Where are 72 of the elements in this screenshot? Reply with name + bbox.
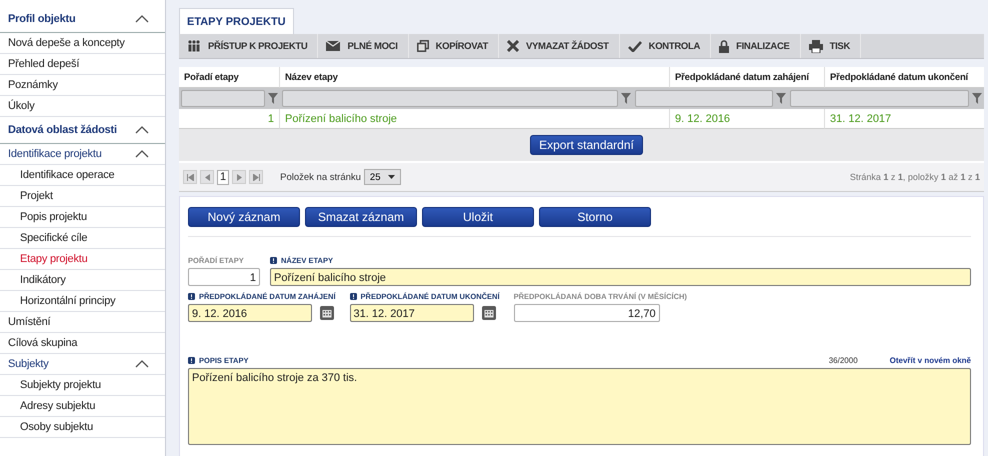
description-field[interactable]: Pořízení balicího stroje za 370 tis. <box>188 368 971 445</box>
sidebar-item[interactable]: Poznámky <box>0 75 165 96</box>
input-field[interactable]: 9. 12. 2016 <box>188 304 312 322</box>
page-size-dropdown[interactable]: 25 <box>364 169 400 185</box>
sidebar-item[interactable]: Osoby subjektu <box>0 417 165 438</box>
input-field[interactable]: 1 <box>188 268 260 286</box>
envelope-icon <box>326 41 340 51</box>
sidebar-item[interactable]: Cílová skupina <box>0 333 165 354</box>
required-icon <box>350 292 357 300</box>
sidebar-item[interactable]: Identifikace operace <box>0 165 165 186</box>
people-icon <box>187 40 201 52</box>
checkmark-icon <box>628 40 642 52</box>
form-button[interactable]: Smazat záznam <box>305 207 417 227</box>
input-field[interactable]: Pořízení balicího stroje <box>270 268 971 286</box>
next-page-button[interactable] <box>232 170 246 184</box>
required-icon <box>188 356 195 364</box>
section-title: Datová oblast žádosti <box>8 124 117 136</box>
lock-icon <box>719 40 730 52</box>
tab[interactable]: ETAPY PROJEKTU <box>179 8 294 34</box>
filter-icon[interactable] <box>621 93 631 104</box>
sidebar-item[interactable]: Specifické cíle <box>0 228 165 249</box>
next-icon <box>236 174 242 180</box>
sidebar-item[interactable]: Přehled depeší <box>0 54 165 75</box>
filter-icon[interactable] <box>268 93 278 104</box>
sidebar-section-header[interactable]: Profil objektu <box>0 6 165 33</box>
last-page-icon <box>252 174 260 180</box>
input-field[interactable]: 31. 12. 2017 <box>350 304 474 322</box>
group-title: Subjekty <box>8 358 49 370</box>
sidebar-item[interactable]: Úkoly <box>0 96 165 117</box>
calendar-icon[interactable] <box>320 306 334 320</box>
group-title: Identifikace projektu <box>8 148 102 160</box>
sidebar-item[interactable]: Indikátory <box>0 270 165 291</box>
filter-icon[interactable] <box>972 93 982 104</box>
first-page-button[interactable] <box>183 170 197 184</box>
required-icon <box>188 292 195 300</box>
form-button[interactable]: Nový záznam <box>188 207 300 227</box>
filter-field[interactable] <box>282 90 618 107</box>
sidebar-group-header[interactable]: Identifikace projektu <box>0 144 165 165</box>
copy-icon <box>416 40 429 52</box>
sidebar-item[interactable]: Umístění <box>0 312 165 333</box>
previous-icon <box>204 174 210 180</box>
open-in-new-window-link[interactable]: Otevřít v novém okně <box>890 356 971 364</box>
last-page-button[interactable] <box>249 170 264 184</box>
previous-page-button[interactable] <box>200 170 214 184</box>
sidebar-section-header[interactable]: Datová oblast žádosti <box>0 117 165 144</box>
sidebar-group-header[interactable]: Subjekty <box>0 354 165 375</box>
sidebar-item[interactable]: Nová depeše a koncepty <box>0 33 165 54</box>
first-page-icon <box>186 174 194 180</box>
filter-field[interactable] <box>181 90 265 107</box>
close-icon <box>506 40 519 52</box>
sidebar-item[interactable]: Subjekty projektu <box>0 375 165 396</box>
sidebar-item[interactable]: Horizontální principy <box>0 291 165 312</box>
page-size-label: Položek na stránku <box>280 172 361 182</box>
character-counter: 36/2000 <box>828 356 858 364</box>
filter-field[interactable] <box>635 90 773 107</box>
form-button[interactable]: Storno <box>539 207 651 227</box>
sidebar-item[interactable]: Etapy projektu <box>0 249 165 270</box>
input-field[interactable]: 12,70 <box>514 304 660 322</box>
caret-icon <box>388 175 394 179</box>
sidebar-item[interactable]: Adresy subjektu <box>0 396 165 417</box>
pagination-summary: Stránka 1 z 1, položky 1 až 1 z 1 <box>850 172 980 182</box>
printer-icon <box>808 40 823 52</box>
calendar-icon[interactable] <box>482 306 496 320</box>
sidebar-item[interactable]: Popis projektu <box>0 207 165 228</box>
section-title: Profil objektu <box>8 13 76 25</box>
sidebar-item[interactable]: Projekt <box>0 186 165 207</box>
export-button[interactable]: Export standardní <box>530 135 643 155</box>
filter-field[interactable] <box>790 90 969 107</box>
required-icon <box>270 256 277 264</box>
form-button[interactable]: Uložit <box>422 207 534 227</box>
filter-icon[interactable] <box>776 93 786 104</box>
page-number-field[interactable]: 1 <box>217 170 230 184</box>
